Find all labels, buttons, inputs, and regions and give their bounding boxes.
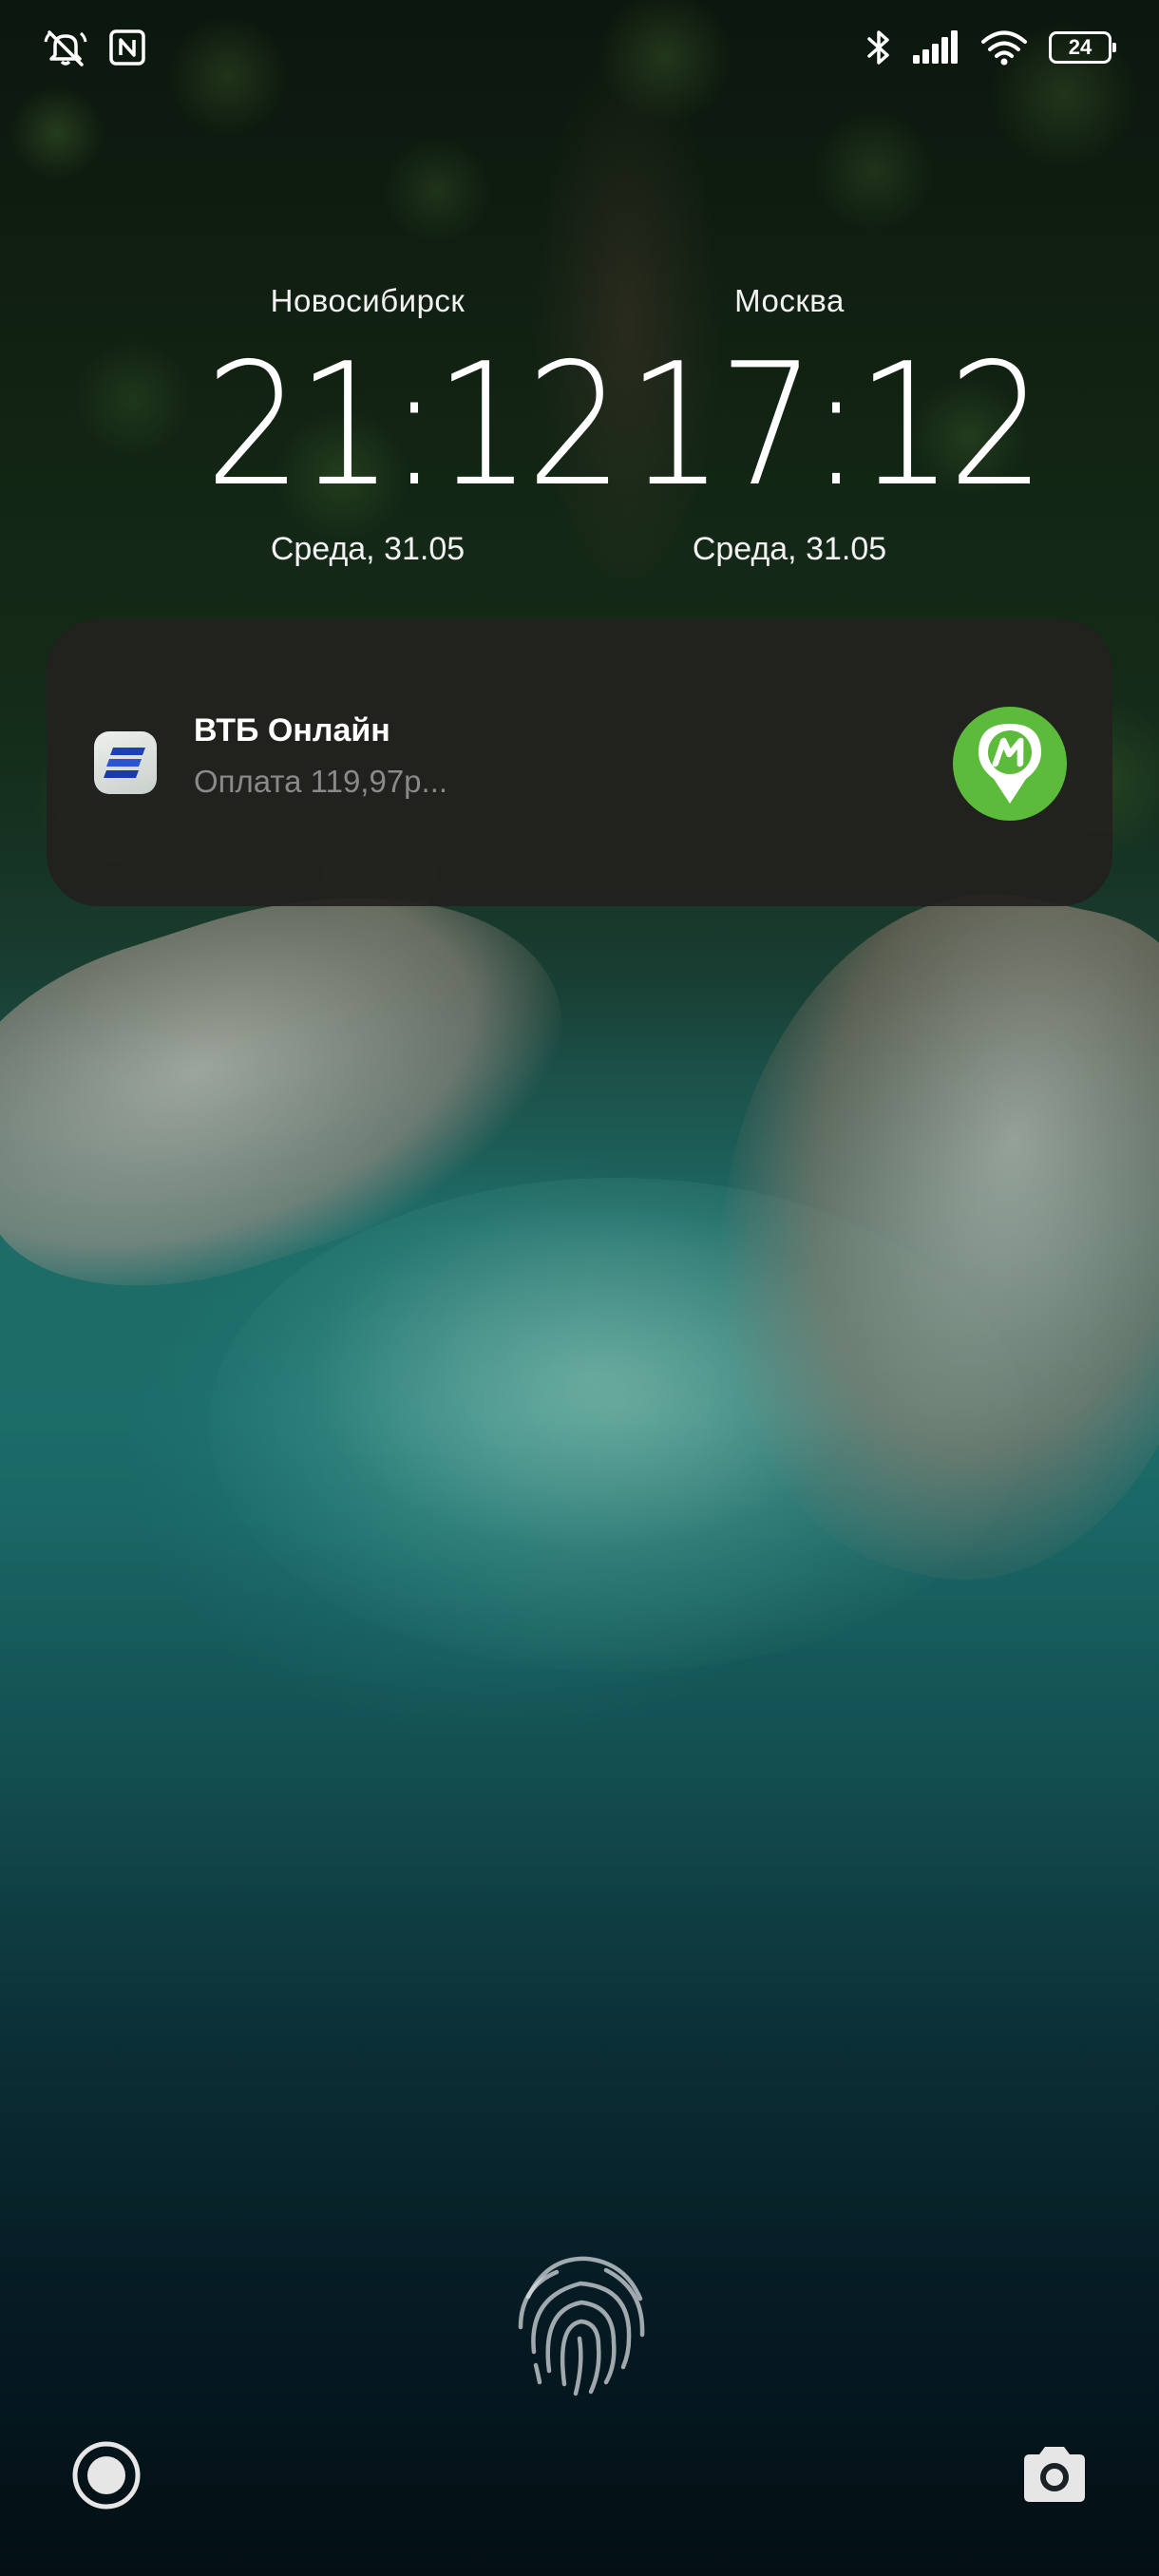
- bluetooth-icon: [866, 28, 891, 66]
- notification-app-name: ВТБ Онлайн: [194, 712, 390, 748]
- vtb-logo-icon: [94, 731, 157, 794]
- clock-city: Москва: [734, 283, 845, 318]
- wifi-icon: [980, 29, 1028, 66]
- status-left-icons: [44, 28, 146, 66]
- battery-level: 24: [1068, 35, 1092, 59]
- notification-card[interactable]: ВТБ Онлайн Оплата 119,97р...: [47, 619, 1112, 906]
- status-bar: 24: [0, 0, 1159, 104]
- clock-date: Среда, 31.05: [270, 531, 466, 567]
- voice-assistant-icon[interactable]: [70, 2439, 142, 2511]
- clock-time: 17:12: [627, 327, 1045, 523]
- status-right-icons: 24: [866, 28, 1116, 66]
- fingerprint-icon[interactable]: [500, 2240, 661, 2401]
- camera-icon[interactable]: [1018, 2439, 1091, 2511]
- battery-icon: 24: [1049, 31, 1116, 64]
- clock-time: 21:12: [205, 327, 623, 523]
- notifications-muted-icon: [44, 28, 87, 66]
- clock-novosibirsk[interactable]: Новосибирск 21:12 Среда, 31.05: [187, 283, 623, 567]
- clock-city: Новосибирск: [270, 283, 466, 318]
- clock-moscow[interactable]: Москва 17:12 Среда, 31.05: [609, 283, 1045, 567]
- clock-date: Среда, 31.05: [692, 531, 887, 567]
- notification-message: Оплата 119,97р...: [194, 764, 448, 799]
- map-pin-m-icon: [953, 707, 1067, 821]
- cellular-signal-icon: [912, 30, 960, 65]
- nfc-icon: [108, 28, 146, 66]
